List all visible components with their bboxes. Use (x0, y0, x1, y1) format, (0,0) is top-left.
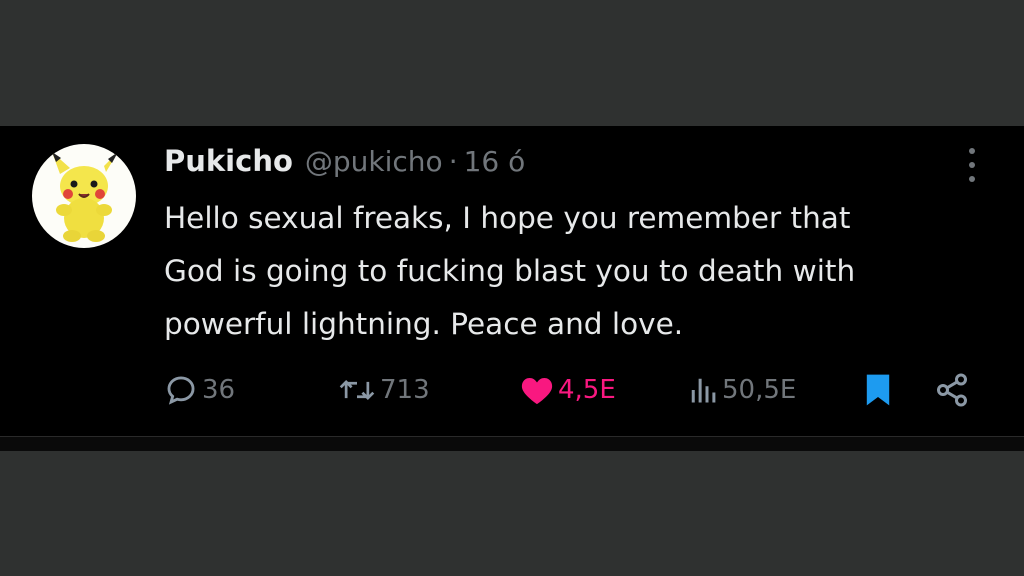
pikachu-plush-avatar-icon (52, 152, 118, 242)
author-handle[interactable]: @pukicho (305, 145, 443, 178)
tweet-actions-bar: 36 713 4,5E 50,5E (162, 370, 982, 410)
tweet-text-line: God is going to fucking blast you to dea… (164, 254, 856, 288)
retweet-button[interactable]: 713 (338, 370, 430, 410)
like-count: 4,5E (558, 375, 616, 405)
avatar[interactable] (32, 144, 136, 248)
tweet-timestamp[interactable]: 16 ó (464, 145, 526, 178)
tweet-card[interactable]: Pukicho @pukicho · 16 ó Hello sexual fre… (0, 126, 1024, 436)
retweet-icon (339, 379, 375, 401)
author-name[interactable]: Pukicho (164, 144, 293, 178)
reply-count: 36 (202, 375, 236, 405)
views-icon (691, 378, 716, 403)
more-options-button[interactable] (968, 148, 976, 182)
share-button[interactable] (934, 370, 970, 410)
tweet-text-line: powerful lightning. Peace and love. (164, 307, 684, 341)
bookmark-filled-icon (866, 374, 890, 406)
views-button[interactable]: 50,5E (688, 370, 796, 410)
screenshot-frame: Pukicho @pukicho · 16 ó Hello sexual fre… (0, 0, 1024, 576)
header-separator: · (448, 145, 458, 178)
divider (0, 436, 1024, 451)
share-icon (937, 373, 967, 407)
more-vertical-icon (969, 148, 975, 154)
tweet-text-line: Hello sexual freaks, I hope you remember… (164, 201, 851, 235)
tweet-header: Pukicho @pukicho · 16 ó (164, 144, 525, 184)
reply-button[interactable]: 36 (164, 370, 235, 410)
heart-filled-icon (521, 377, 553, 405)
retweet-count: 713 (380, 375, 430, 405)
tweet-text: Hello sexual freaks, I hope you remember… (164, 192, 994, 351)
bookmark-button[interactable] (864, 370, 892, 410)
views-count: 50,5E (722, 375, 797, 405)
reply-icon (167, 376, 195, 405)
like-button[interactable]: 4,5E (520, 370, 616, 410)
